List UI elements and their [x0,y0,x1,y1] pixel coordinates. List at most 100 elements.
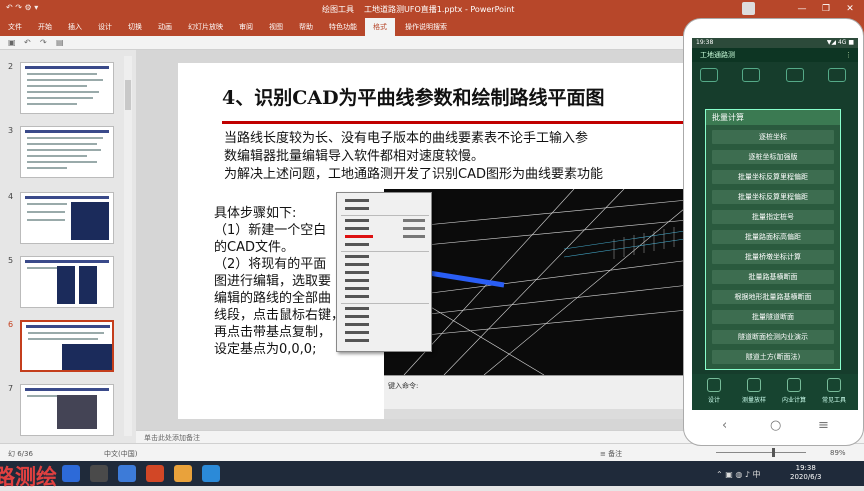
phone-signal-icons: ▼◢ 4G ■ [826,39,854,46]
option-item[interactable]: 批量指定桩号 [712,210,834,224]
thumbnail-slide-5[interactable]: 5 [6,256,122,308]
thumbnail-slide-7[interactable]: 7 [6,384,122,436]
thumbnail-number: 7 [8,384,14,393]
language-indicator[interactable]: 中文(中国) [104,449,137,459]
current-slide[interactable]: 4、识别CAD为平曲线参数和绘制路线平面图 当路线长度较为长、没有电子版本的曲线… [178,63,698,419]
close-button[interactable]: ✕ [838,0,862,18]
thumbnail-image [20,256,114,308]
tab-design[interactable]: 设计 [90,18,120,36]
option-item[interactable]: 批量坐标反算里程偏距 [712,190,834,204]
nav-design[interactable]: 设计 [696,376,732,408]
phone-app-screen: 工地通路测 ⋮ 批量计算 逐桩坐标 逐桩坐标加强版 批量坐标反算里程偏距 批量坐… [692,48,858,410]
nav-tools[interactable]: 常见工具 [816,376,852,408]
home-icon[interactable]: ○ [770,418,781,433]
tab-view[interactable]: 视图 [261,18,291,36]
option-item[interactable]: 根据地形批量路基横断面 [712,290,834,304]
quick-access-toolbar[interactable]: ↶ ↷ ⚙ ▾ [6,3,38,12]
command-prompt: 键入命令: [388,382,419,390]
tab-animations[interactable]: 动画 [150,18,180,36]
phone-bottom-nav: 设计 测量放样 内业计算 常见工具 [692,374,858,410]
thumbnail-slide-4[interactable]: 4 [6,192,122,244]
tab-file[interactable]: 文件 [0,18,30,36]
thumbnail-number: 4 [8,192,14,201]
nav-label: 常见工具 [821,397,846,404]
notes-placeholder: 单击此处添加备注 [144,434,200,442]
tray-icons[interactable]: ⌃ ▣ ◍ ♪ 中 [716,469,761,480]
app-tile-icon[interactable] [700,68,718,82]
redo-icon[interactable]: ↷ [40,38,47,47]
overflow-menu-icon[interactable]: ⋮ [845,48,852,62]
tab-features[interactable]: 特色功能 [321,18,365,36]
minimize-button[interactable]: — [790,0,814,18]
scroll-thumb[interactable] [125,80,131,110]
nav-calc[interactable]: 内业计算 [776,376,812,408]
thumbnail-slide-3[interactable]: 3 [6,126,122,178]
cad-command-bar[interactable]: 键入命令: [384,375,698,419]
taskbar-app-icon[interactable] [90,465,108,482]
clock-time: 19:38 [795,464,816,472]
nav-survey[interactable]: 测量放样 [736,376,772,408]
batch-calc-dialog: 批量计算 逐桩坐标 逐桩坐标加强版 批量坐标反算里程偏距 批量坐标反算里程偏距 … [705,109,841,370]
slide-title[interactable]: 4、识别CAD为平曲线参数和绘制路线平面图 [222,83,605,110]
thumbnail-slide-6[interactable]: 6 [6,320,122,372]
option-item[interactable]: 逐桩坐标 [712,130,834,144]
option-item[interactable]: 批量隧道断面 [712,310,834,324]
app-tile-icon[interactable] [828,68,846,82]
present-icon[interactable]: ▤ [56,38,64,47]
tell-me-search[interactable]: 操作说明搜索 [395,18,447,36]
title-underline [222,121,698,124]
option-item[interactable]: 隧道断面检测内业演示 [712,330,834,344]
option-item[interactable]: 逐桩坐标加强版 [712,150,834,164]
maximize-button[interactable]: ❐ [814,0,838,18]
zoom-slider-thumb[interactable] [772,448,775,457]
save-icon[interactable]: ▣ [8,38,16,47]
body-line-1[interactable]: 当路线长度较为长、没有电子版本的曲线要素表不论手工输入参 [224,131,588,147]
body-line-3[interactable]: 为解决上述问题，工地通路测开发了识别CAD图形为曲线要素功能 [224,167,603,183]
tab-slideshow[interactable]: 幻灯片放映 [180,18,231,36]
nav-label: 测量放样 [741,397,766,404]
slide-counter: 幻 6/36 [8,450,33,458]
option-item[interactable]: 隧道土方(断面法) [712,350,834,364]
app-tile-icon[interactable] [786,68,804,82]
nav-label: 内业计算 [781,397,806,404]
clock-date: 2020/6/3 [790,473,822,481]
recents-icon[interactable]: ≡ [818,418,829,433]
taskbar-app-icon[interactable] [174,465,192,482]
taskbar-clock[interactable]: 19:38 2020/6/3 [790,464,821,482]
context-tab-label: 绘图工具 [322,5,354,14]
taskbar-app-icon[interactable] [118,465,136,482]
tab-review[interactable]: 审阅 [231,18,261,36]
thumbnail-slide-2[interactable]: 2 [6,62,122,114]
nav-label: 设计 [707,397,720,404]
option-item[interactable]: 批量路面标高偏距 [712,230,834,244]
phone-app-title: 工地通路测 [700,51,735,59]
cad-status-tabs [384,409,698,419]
option-item[interactable]: 批量路基横断面 [712,270,834,284]
undo-icon[interactable]: ↶ [24,38,31,47]
taskbar-app-icon[interactable] [62,465,80,482]
option-item[interactable]: 批量坐标反算里程偏距 [712,170,834,184]
notes-toggle-button[interactable]: ≡ 备注 [600,449,622,459]
user-avatar[interactable] [742,2,755,15]
tab-format[interactable]: 格式 [365,18,395,36]
app-tile-icon[interactable] [742,68,760,82]
taskbar-app-icon[interactable] [202,465,220,482]
option-item[interactable]: 批量桥墩坐标计算 [712,250,834,264]
tab-transitions[interactable]: 切换 [120,18,150,36]
phone-time: 19:38 [696,39,714,46]
cad-context-menu[interactable] [336,192,432,352]
thumbnail-image [20,62,114,114]
thumbnail-image [20,192,114,244]
thumbnail-scrollbar[interactable] [124,56,132,436]
zoom-level[interactable]: 89% [830,449,846,457]
back-icon[interactable]: ‹ [722,418,727,433]
powerpoint-taskbar-icon[interactable] [146,465,164,482]
body-line-2[interactable]: 数编辑器批量编辑导入软件都相对速度较慢。 [224,149,484,165]
survey-icon [747,378,761,392]
document-title: 工地道路测UFO直播1.pptx - PowerPoint [364,5,515,14]
thumbnail-number: 5 [8,256,14,265]
tab-home[interactable]: 开始 [30,18,60,36]
tab-insert[interactable]: 插入 [60,18,90,36]
tab-help[interactable]: 帮助 [291,18,321,36]
zoom-slider[interactable] [716,452,806,453]
